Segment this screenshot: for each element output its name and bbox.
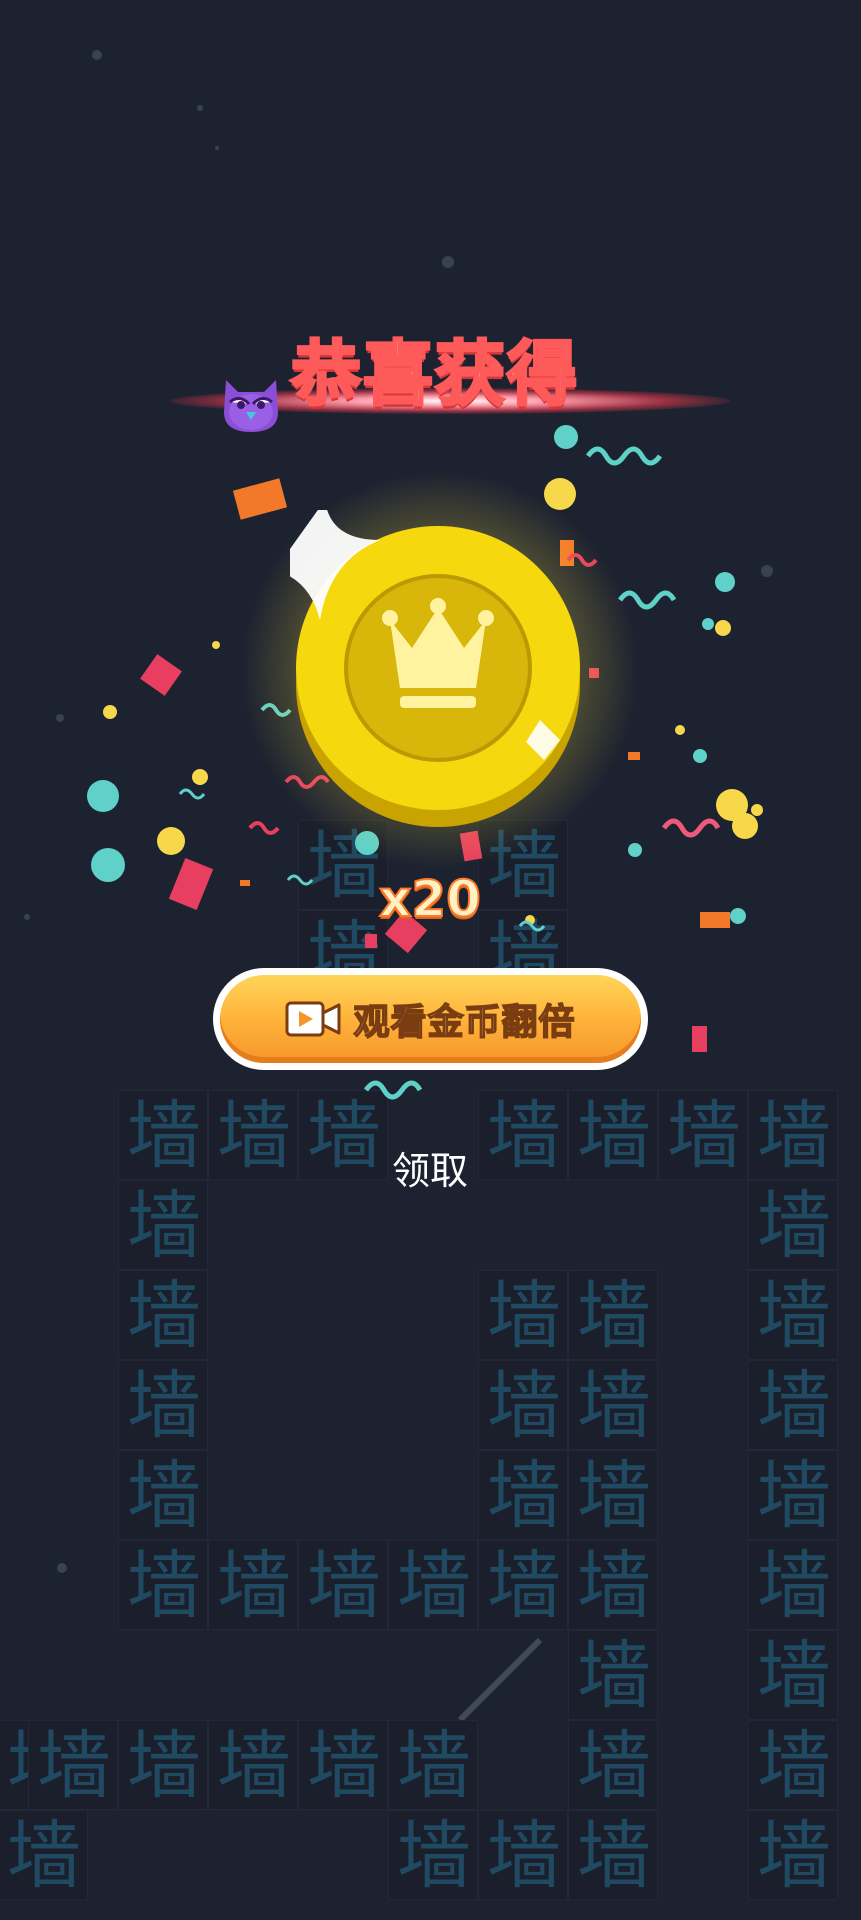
video-camera-icon bbox=[285, 1001, 341, 1037]
claim-button[interactable]: 领取 bbox=[370, 1140, 490, 1195]
double-button-label: 观看金币翻倍 bbox=[353, 1001, 576, 1044]
confetti bbox=[87, 425, 763, 1100]
double-button-face[interactable]: 观看金币翻倍 bbox=[220, 975, 641, 1063]
reward-multiplier: x20 bbox=[378, 869, 482, 929]
game-scene: 墙墙墙墙墙墙墙墙墙墙墙墙墙墙墙墙墙墙墙墙墙墙墙墙墙墙墙墙墙墙墙墙墙墙墙墙墙墙墙墙… bbox=[0, 0, 861, 1920]
watch-video-double-button[interactable]: 观看金币翻倍 bbox=[213, 968, 648, 1070]
reward-title: 恭喜获得 bbox=[290, 332, 579, 417]
crown-coin-icon bbox=[290, 510, 580, 827]
